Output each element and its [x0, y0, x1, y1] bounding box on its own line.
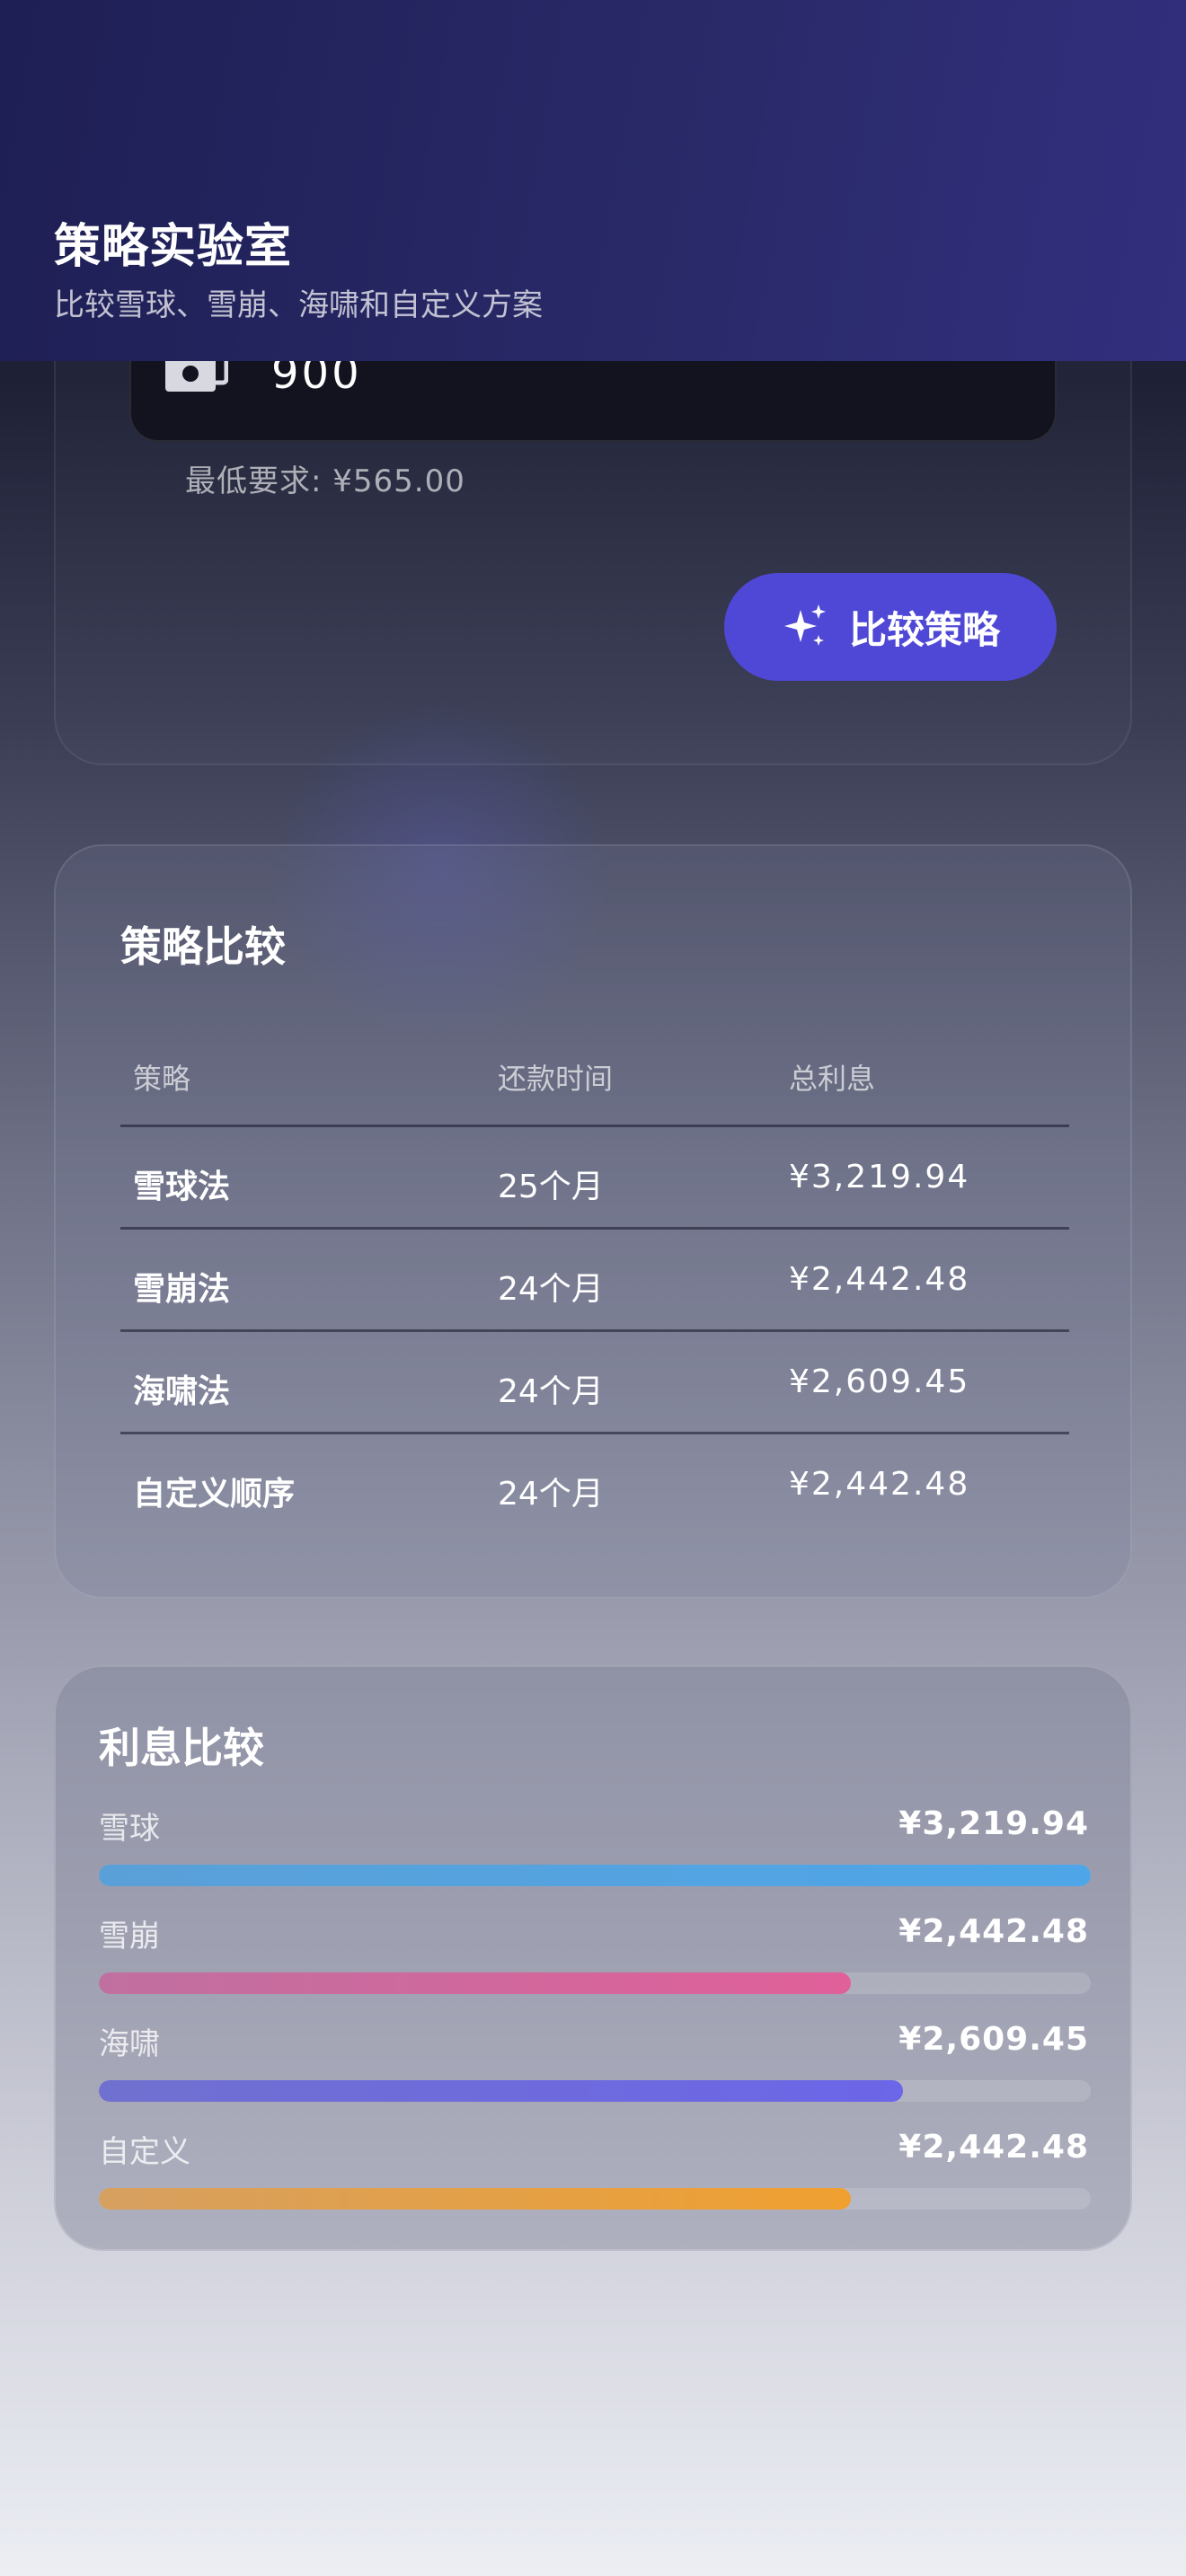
bar-fill-tsunami [99, 2080, 903, 2102]
bar-value-tsunami: ¥2,609.45 [898, 2021, 1089, 2058]
bar-track-tsunami [99, 2080, 1091, 2102]
strategy-comparison-card: 策略比较 策略 还款时间 总利息 雪球法 25个月 ¥3,219.94 雪崩法 … [54, 844, 1132, 1599]
minimum-requirement: 最低要求: ¥565.00 [185, 463, 465, 499]
row-strategy: 雪球法 [133, 1169, 231, 1205]
row-strategy: 雪崩法 [133, 1271, 231, 1308]
compare-strategies-button[interactable]: 比较策略 [724, 573, 1057, 681]
row-time: 24个月 [498, 1271, 604, 1308]
bar-fill-custom [99, 2188, 852, 2210]
app-header: 策略实验室 比较雪球、雪崩、海啸和自定义方案 [0, 0, 1186, 361]
page-subtitle: 比较雪球、雪崩、海啸和自定义方案 [54, 287, 543, 323]
row-interest: ¥2,609.45 [789, 1363, 970, 1400]
bar-track-custom [99, 2188, 1091, 2210]
bar-value-custom: ¥2,442.48 [898, 2129, 1089, 2166]
bar-label-tsunami: 海啸 [99, 2026, 160, 2062]
row-interest: ¥3,219.94 [789, 1159, 970, 1195]
bar-value-avalanche: ¥2,442.48 [898, 1913, 1089, 1950]
bar-value-snowball: ¥3,219.94 [898, 1805, 1089, 1842]
bar-label-avalanche: 雪崩 [99, 1919, 160, 1954]
row-time: 24个月 [498, 1373, 604, 1410]
header-strategy: 策略 [133, 1062, 191, 1096]
table-divider [120, 1125, 1069, 1127]
table-divider [120, 1432, 1069, 1434]
row-strategy: 海啸法 [133, 1373, 231, 1410]
compare-button-label: 比较策略 [848, 607, 1000, 652]
row-strategy: 自定义顺序 [133, 1476, 296, 1513]
table-divider [120, 1329, 1069, 1332]
row-interest: ¥2,442.48 [789, 1466, 970, 1503]
row-interest: ¥2,442.48 [789, 1261, 970, 1298]
bar-track-snowball [99, 1865, 1091, 1886]
bar-track-avalanche [99, 1972, 1091, 1994]
bar-label-custom: 自定义 [99, 2134, 190, 2170]
table-divider [120, 1227, 1069, 1230]
header-interest: 总利息 [789, 1062, 876, 1096]
interest-title: 利息比较 [99, 1724, 264, 1772]
bar-fill-snowball [99, 1865, 1091, 1886]
bar-fill-avalanche [99, 1972, 852, 1994]
page-title: 策略实验室 [54, 220, 293, 274]
sparkles-icon [783, 604, 826, 646]
header-time: 还款时间 [498, 1062, 614, 1096]
row-time: 25个月 [498, 1169, 604, 1205]
bar-label-snowball: 雪球 [99, 1811, 160, 1847]
interest-comparison-card: 利息比较 雪球 ¥3,219.94 雪崩 ¥2,442.48 海啸 ¥2,609… [54, 1665, 1132, 2251]
row-time: 24个月 [498, 1476, 604, 1513]
comparison-title: 策略比较 [120, 922, 286, 971]
